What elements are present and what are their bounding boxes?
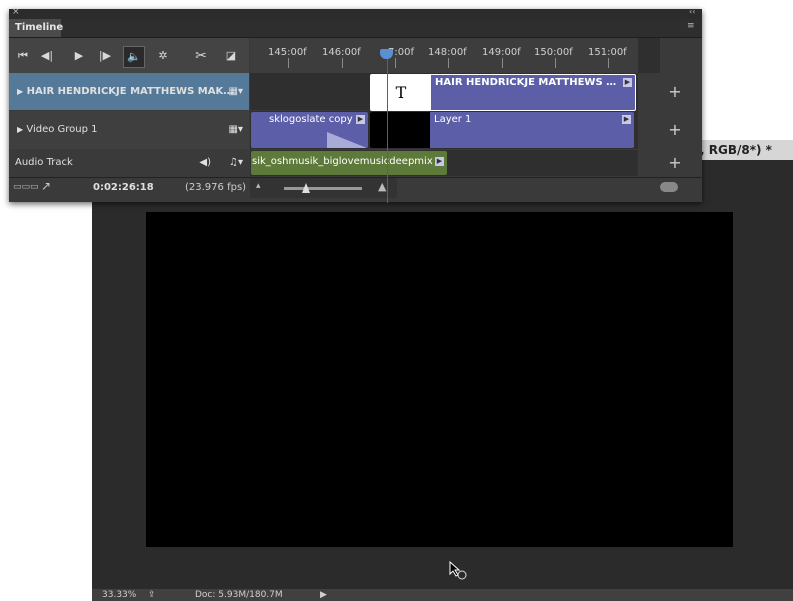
clip-label: sklogoslate copy bbox=[269, 114, 353, 125]
play-icon[interactable]: ▶ bbox=[69, 46, 89, 66]
clip-label: HAIR HENDRICKJE MATTHEWS … bbox=[435, 77, 617, 88]
ruler-tick bbox=[502, 58, 503, 68]
status-menu-arrow-icon[interactable]: ▶ bbox=[320, 589, 327, 601]
clip-label: Layer 1 bbox=[434, 114, 472, 125]
clip-menu-icon[interactable]: ▶ bbox=[623, 78, 632, 87]
text-clip[interactable]: T HAIR HENDRICKJE MATTHEWS … ▶ bbox=[370, 74, 636, 111]
expand-track-icon[interactable]: ▶ bbox=[17, 87, 23, 96]
clip-thumbnail bbox=[370, 112, 430, 148]
next-frame-icon[interactable]: |▶ bbox=[95, 46, 115, 66]
panel-header: × ‹‹ bbox=[9, 7, 702, 19]
track-label: Audio Track bbox=[15, 157, 73, 168]
split-at-playhead-icon[interactable]: ✂ bbox=[191, 46, 211, 66]
video-clip[interactable]: sklogoslate copy ▶ bbox=[251, 112, 368, 148]
video-clip[interactable]: Layer 1 ▶ bbox=[370, 112, 634, 148]
ruler-label: 150:00f bbox=[534, 47, 573, 58]
ruler-label: 145:00f bbox=[268, 47, 307, 58]
transition-icon[interactable]: ◪ bbox=[221, 46, 241, 66]
ruler-scroll-end bbox=[638, 38, 660, 73]
frame-rate: (23.976 fps) bbox=[185, 182, 247, 193]
previous-frame-icon[interactable]: ◀| bbox=[37, 46, 57, 66]
track-header-video-group[interactable]: ▶ Video Group 1 ▦▾ bbox=[9, 111, 249, 149]
ruler-tick bbox=[395, 58, 396, 68]
track-header-audio[interactable]: Audio Track ◀) ♫▾ bbox=[9, 150, 249, 176]
track-lane[interactable]: sklogoslate copy ▶ Layer 1 ▶ bbox=[250, 111, 638, 149]
settings-icon[interactable]: ✲ bbox=[153, 46, 173, 66]
current-timecode: 0:02:26:18 bbox=[93, 182, 154, 193]
add-media-button[interactable]: + bbox=[660, 73, 690, 110]
doc-size: Doc: 5.93M/180.7M bbox=[195, 590, 283, 600]
track-label: HAIR HENDRICKJE MATTHEWS MAK… bbox=[26, 86, 234, 97]
render-video-icon[interactable]: ↗ bbox=[41, 179, 51, 193]
zoom-level[interactable]: 33.33% bbox=[102, 589, 136, 601]
zoom-slider-area: ▴ ▲ bbox=[250, 178, 397, 198]
track-lane[interactable]: T HAIR HENDRICKJE MATTHEWS … ▶ bbox=[250, 73, 638, 111]
ruler-tick bbox=[555, 58, 556, 68]
track-header-text[interactable]: ▶ HAIR HENDRICKJE MATTHEWS MAK… ▦▾ bbox=[9, 73, 249, 110]
clip-label: sik_oshmusik_biglovemusicdeepmix bbox=[252, 156, 433, 167]
clip-menu-icon[interactable]: ▶ bbox=[622, 115, 631, 124]
time-ruler[interactable]: 145:00f 146:00f 7:00f 148:00f 149:00f 15… bbox=[250, 38, 638, 73]
frame-animation-icon[interactable]: ▭▭▭ bbox=[13, 182, 39, 192]
status-bar: 33.33% ⇪ Doc: 5.93M/180.7M ▶ bbox=[92, 589, 793, 601]
speaker-icon[interactable]: ◀) bbox=[199, 150, 211, 176]
expand-track-icon[interactable]: ▶ bbox=[17, 125, 23, 134]
timeline-panel: × ‹‹ Timeline ≡ ⏮ ◀| ▶ |▶ 🔈 ✲ ✂ ◪ 145:00… bbox=[9, 7, 702, 203]
audio-lane[interactable]: sik_oshmusik_biglovemusicdeepmix ▶ bbox=[250, 150, 638, 176]
add-audio-button[interactable]: + bbox=[660, 150, 690, 176]
collapse-icon[interactable]: ‹‹ bbox=[689, 7, 695, 16]
ruler-label: 146:00f bbox=[322, 47, 361, 58]
mute-audio-icon[interactable]: 🔈 bbox=[123, 46, 145, 68]
timeline-footer: ▭▭▭ ↗ 0:02:26:18 (23.976 fps) ▴ ▲ bbox=[9, 177, 702, 198]
zoom-out-icon[interactable]: ▴ bbox=[256, 181, 261, 191]
document-tab-title: , RGB/8*) * bbox=[700, 143, 772, 157]
horizontal-scrollbar[interactable] bbox=[660, 182, 678, 192]
ruler-tick bbox=[608, 58, 609, 68]
playback-controls: ⏮ ◀| ▶ |▶ 🔈 ✲ ✂ ◪ bbox=[9, 38, 249, 73]
ruler-tick bbox=[288, 58, 289, 68]
close-icon[interactable]: × bbox=[12, 7, 20, 17]
ruler-tick bbox=[342, 58, 343, 68]
ruler-label: 149:00f bbox=[482, 47, 521, 58]
ruler-label: 151:00f bbox=[588, 47, 627, 58]
clip-menu-icon[interactable]: ▶ bbox=[356, 115, 365, 124]
text-thumbnail-icon: T bbox=[371, 75, 431, 110]
ruler-label: 148:00f bbox=[428, 47, 467, 58]
zoom-slider-track[interactable] bbox=[284, 187, 362, 190]
document-tab[interactable]: , RGB/8*) * bbox=[700, 140, 793, 160]
add-media-button[interactable]: + bbox=[660, 111, 690, 149]
go-to-first-frame-icon[interactable]: ⏮ bbox=[13, 46, 33, 66]
film-icon[interactable]: ▦▾ bbox=[229, 111, 243, 149]
music-icon[interactable]: ♫▾ bbox=[229, 150, 243, 176]
ruler-tick bbox=[448, 58, 449, 68]
film-icon[interactable]: ▦▾ bbox=[229, 73, 243, 110]
fade-transition-icon[interactable] bbox=[327, 132, 367, 148]
tab-timeline[interactable]: Timeline bbox=[9, 19, 63, 37]
playhead-line bbox=[387, 53, 388, 203]
clip-menu-icon[interactable]: ▶ bbox=[435, 157, 444, 166]
audio-clip[interactable]: sik_oshmusik_biglovemusicdeepmix ▶ bbox=[251, 151, 447, 175]
panel-menu-icon[interactable]: ≡ bbox=[687, 21, 695, 31]
move-cursor-icon bbox=[448, 560, 468, 580]
track-label: Video Group 1 bbox=[26, 124, 98, 135]
zoom-in-icon[interactable]: ▲ bbox=[378, 180, 386, 193]
panel-tabbar: Timeline ≡ bbox=[9, 19, 702, 38]
document-canvas[interactable] bbox=[146, 212, 733, 547]
export-icon[interactable]: ⇪ bbox=[148, 589, 156, 601]
